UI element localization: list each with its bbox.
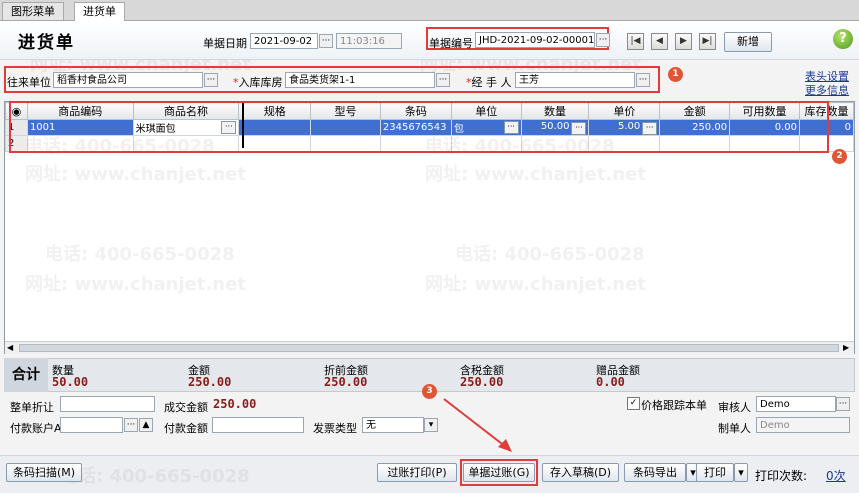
handler-picker-button[interactable]: ··· (636, 73, 650, 87)
warehouse-field[interactable]: 食品类货架1-1 (285, 72, 435, 88)
watermark-phone: 电话: 400-665-0028 (455, 244, 645, 265)
page-title: 进货单 (18, 33, 75, 53)
docno-picker-button[interactable]: ··· (596, 33, 610, 47)
badge-3: 3 (422, 384, 437, 399)
date-field[interactable]: 2021-09-02 (250, 33, 318, 49)
supplier-label: 往来单位 (7, 76, 51, 89)
invoice-type-label: 发票类型 (313, 422, 357, 435)
save-draft-button[interactable]: 存入草稿(D) (542, 463, 619, 482)
watermark-site: 网址: www.chanjet.net (425, 274, 646, 295)
scroll-right-icon[interactable]: ▶ (843, 343, 849, 352)
time-field: 11:03:16 (336, 33, 402, 49)
pay-account-label: 付款账户A (10, 422, 62, 435)
warehouse-picker-button[interactable]: ··· (436, 73, 450, 87)
watermark-site: 网址: www.chanjet.net (425, 164, 646, 185)
track-price-checkbox[interactable]: ✓ (627, 397, 640, 410)
docno-field[interactable]: JHD-2021-09-02-00001 (475, 32, 595, 48)
post-button[interactable]: 单据过账(G) (463, 463, 535, 482)
new-button[interactable]: 新增 (724, 32, 772, 52)
print-count-value[interactable]: 0次 (826, 467, 846, 484)
post-print-button[interactable]: 过账打印(P) (377, 463, 457, 482)
last-record-icon[interactable]: ▶| (699, 33, 716, 50)
discount-field[interactable] (60, 396, 155, 412)
supplier-field[interactable]: 稻香村食品公司 (53, 72, 203, 88)
horizontal-scrollbar[interactable]: ◀ ▶ (5, 341, 854, 354)
invoice-type-select[interactable]: 无 (362, 417, 424, 433)
annotation-arrow-icon (443, 398, 512, 452)
total-qty-value: 50.00 (52, 375, 89, 389)
discount-label: 整单折让 (10, 401, 54, 414)
handler-label: *经 手 人 (466, 76, 512, 89)
next-record-icon[interactable]: ▶ (675, 33, 692, 50)
help-icon[interactable]: ? (833, 29, 853, 49)
badge-2: 2 (832, 149, 847, 164)
watermark-site: 网址: www.chanjet.net (25, 164, 246, 185)
print-dropdown-icon[interactable]: ▾ (734, 463, 748, 482)
warehouse-label: *入库库房 (233, 76, 283, 89)
track-price-label: 价格跟踪本单 (641, 399, 707, 412)
maker-label: 制单人 (718, 422, 751, 435)
watermark-site: 网址: www.chanjet.net (25, 274, 246, 295)
totals-label: 合计 (4, 358, 48, 392)
auditor-label: 审核人 (718, 401, 751, 414)
auditor-field[interactable]: Demo (756, 396, 836, 412)
print-count-label: 打印次数: (755, 469, 808, 483)
prev-record-icon[interactable]: ◀ (651, 33, 668, 50)
first-record-icon[interactable]: |◀ (627, 33, 644, 50)
tab-strip: 图形菜单 进货单 (0, 0, 859, 21)
pay-amount-label: 付款金额 (164, 422, 208, 435)
date-label: 单据日期 (203, 37, 247, 50)
supplier-picker-button[interactable]: ··· (204, 73, 218, 87)
maker-field: Demo (756, 417, 850, 433)
pay-account-up-icon[interactable]: ▲ (139, 418, 153, 432)
chevron-down-icon[interactable]: ▾ (424, 418, 438, 432)
pay-account-field[interactable] (60, 417, 123, 433)
total-gift-value: 0.00 (596, 375, 625, 389)
badge-1: 1 (668, 67, 683, 82)
auditor-picker-button[interactable]: ··· (836, 397, 850, 411)
total-amount-value: 250.00 (188, 375, 232, 389)
pay-account-picker-button[interactable]: ··· (124, 418, 138, 432)
watermark-phone: 电话: 400-665-0028 (45, 244, 235, 265)
docno-label: 单据编号 (429, 37, 473, 50)
deal-amount-value: 250.00 (213, 397, 257, 411)
print-button[interactable]: 打印 (696, 463, 734, 482)
date-picker-button[interactable]: ··· (319, 34, 333, 48)
scroll-thumb[interactable] (19, 344, 839, 352)
grid-highlight (9, 101, 829, 153)
total-with-tax-value: 250.00 (460, 375, 504, 389)
deal-amount-label: 成交金额 (164, 401, 208, 414)
barcode-export-button[interactable]: 条码导出 (624, 463, 686, 482)
total-pre-discount-value: 250.00 (324, 375, 368, 389)
barcode-scan-button[interactable]: 条码扫描(M) (6, 463, 82, 482)
more-info-link[interactable]: 更多信息 (805, 82, 849, 98)
handler-field[interactable]: 王芳 (515, 72, 635, 88)
tab-graphic-menu[interactable]: 图形菜单 (2, 2, 64, 20)
tab-purchase-order[interactable]: 进货单 (74, 2, 125, 21)
pay-amount-field[interactable] (212, 417, 304, 433)
scroll-left-icon[interactable]: ◀ (7, 343, 13, 352)
